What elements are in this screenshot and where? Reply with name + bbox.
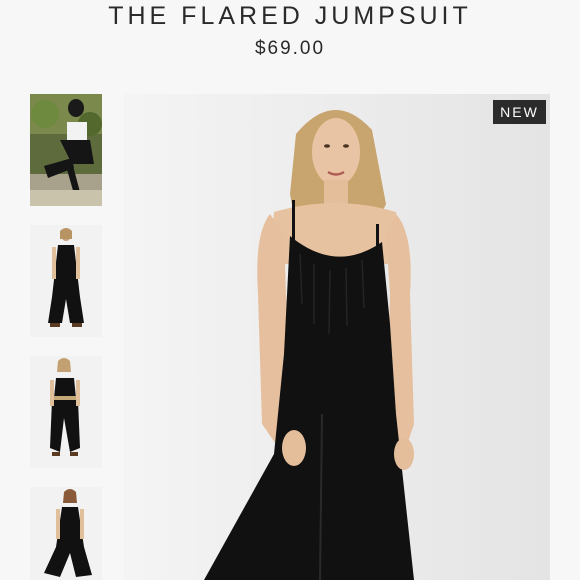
new-badge: NEW <box>493 100 546 124</box>
thumbnail-2[interactable] <box>30 225 102 337</box>
thumbnail-1[interactable] <box>30 94 102 206</box>
main-product-photo <box>124 94 550 580</box>
thumbnail-4[interactable] <box>30 487 102 580</box>
thumbnail-2-photo <box>30 225 102 337</box>
product-price: $69.00 <box>254 38 326 59</box>
product-title: THE FLARED JUMPSUIT <box>108 2 472 30</box>
thumbnail-3[interactable] <box>30 356 102 468</box>
thumbnail-1-photo <box>30 94 102 206</box>
thumbnail-4-photo <box>30 487 102 580</box>
thumbnail-3-photo <box>30 356 102 468</box>
main-product-image[interactable] <box>124 94 550 580</box>
